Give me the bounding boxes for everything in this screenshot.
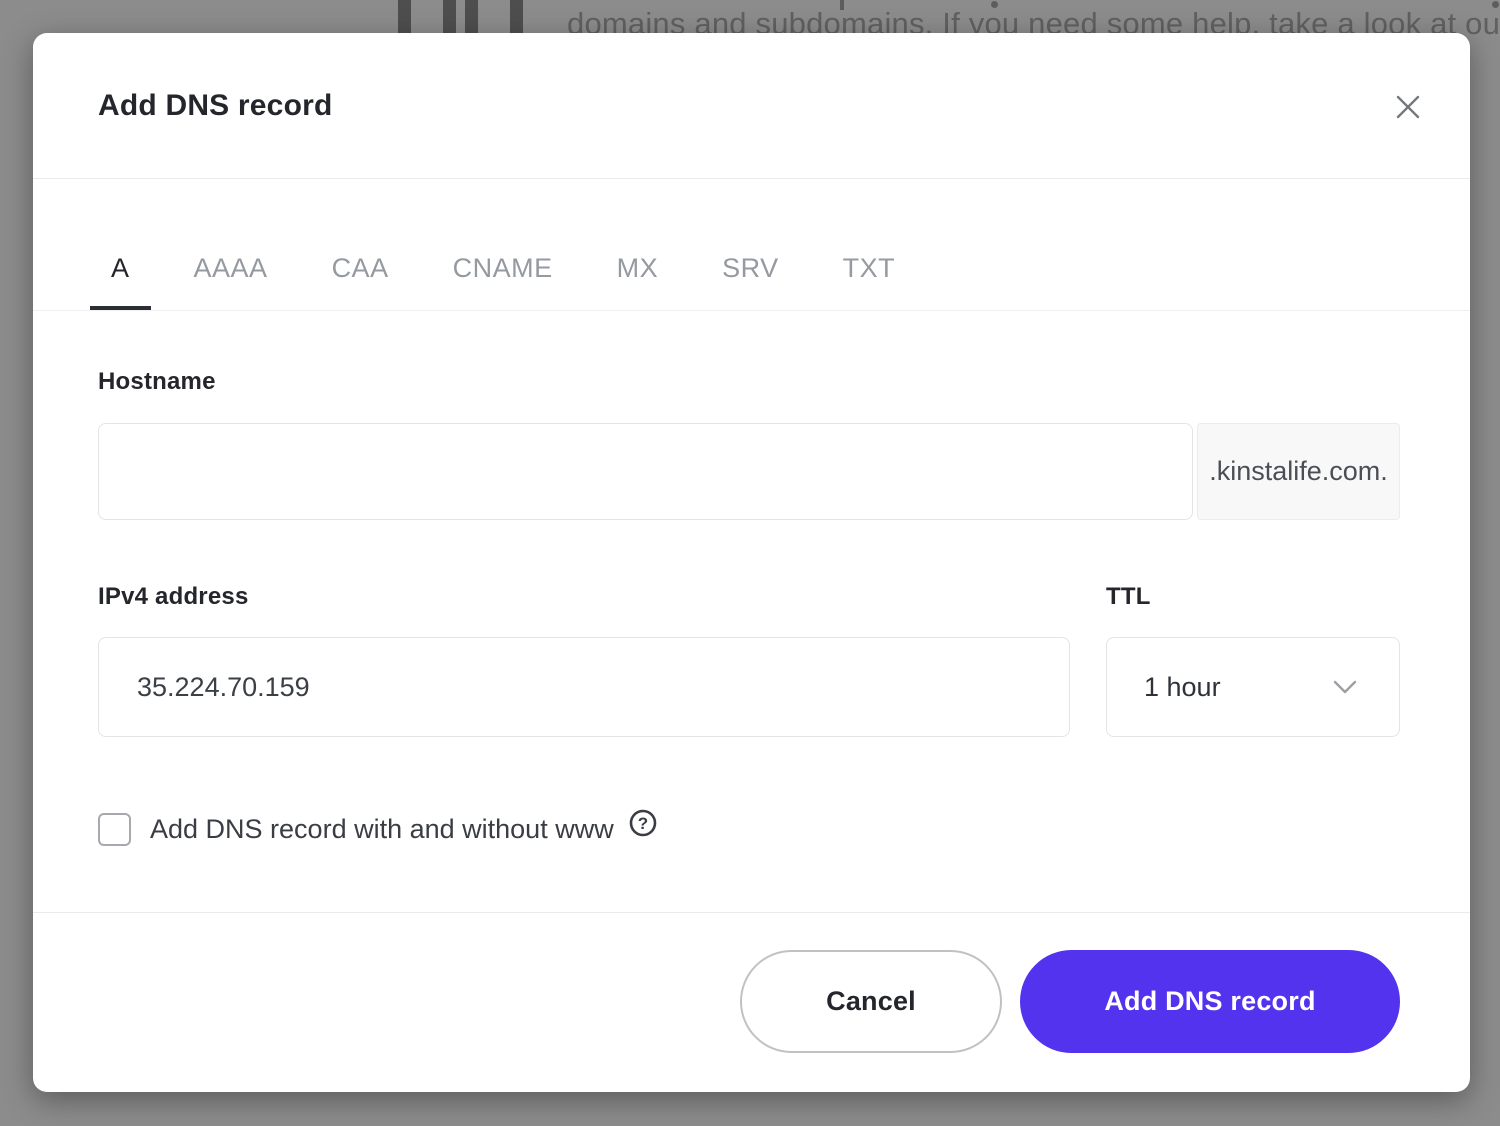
address-ttl-row: IPv4 address TTL 1 hour [98,583,1400,737]
chevron-down-icon [1333,680,1357,694]
hostname-domain-suffix: .kinstalife.com. [1197,423,1400,520]
dialog-title: Add DNS record [98,89,333,123]
ipv4-column: IPv4 address [98,583,1070,737]
ttl-selected-value: 1 hour [1144,672,1221,703]
tab-aaaa[interactable]: AAAA [173,253,289,310]
dialog-footer: Cancel Add DNS record [33,912,1470,1053]
tab-srv[interactable]: SRV [701,253,800,310]
www-checkbox[interactable] [98,813,131,846]
dialog-body: Hostname .kinstalife.com. IPv4 address T… [33,368,1470,846]
tab-caa[interactable]: CAA [311,253,410,310]
svg-text:?: ? [638,814,648,833]
www-checkbox-label: Add DNS record with and without www [150,814,614,845]
help-button[interactable]: ? [628,808,658,838]
close-button[interactable] [1390,89,1426,125]
ttl-label: TTL [1106,583,1400,611]
tab-a[interactable]: A [90,253,151,310]
hostname-input[interactable] [98,423,1193,520]
ipv4-label: IPv4 address [98,583,1070,611]
ttl-select[interactable]: 1 hour [1106,637,1400,737]
record-type-tabs: A AAAA CAA CNAME MX SRV TXT [33,179,1470,311]
cancel-button[interactable]: Cancel [740,950,1002,1053]
tab-txt[interactable]: TXT [822,253,917,310]
dialog-header: Add DNS record [33,33,1470,179]
close-icon [1393,92,1423,122]
hostname-row: .kinstalife.com. [98,423,1400,520]
tab-mx[interactable]: MX [596,253,680,310]
tab-cname[interactable]: CNAME [432,253,574,310]
ipv4-address-input[interactable] [98,637,1070,737]
add-dns-record-button[interactable]: Add DNS record [1020,950,1400,1053]
hostname-label: Hostname [98,368,1400,396]
ttl-column: TTL 1 hour [1106,583,1400,737]
www-option-row: Add DNS record with and without www ? [98,813,1400,846]
add-dns-record-dialog: Add DNS record A AAAA CAA CNAME MX SRV T… [33,33,1470,1092]
question-mark-icon: ? [628,808,658,838]
